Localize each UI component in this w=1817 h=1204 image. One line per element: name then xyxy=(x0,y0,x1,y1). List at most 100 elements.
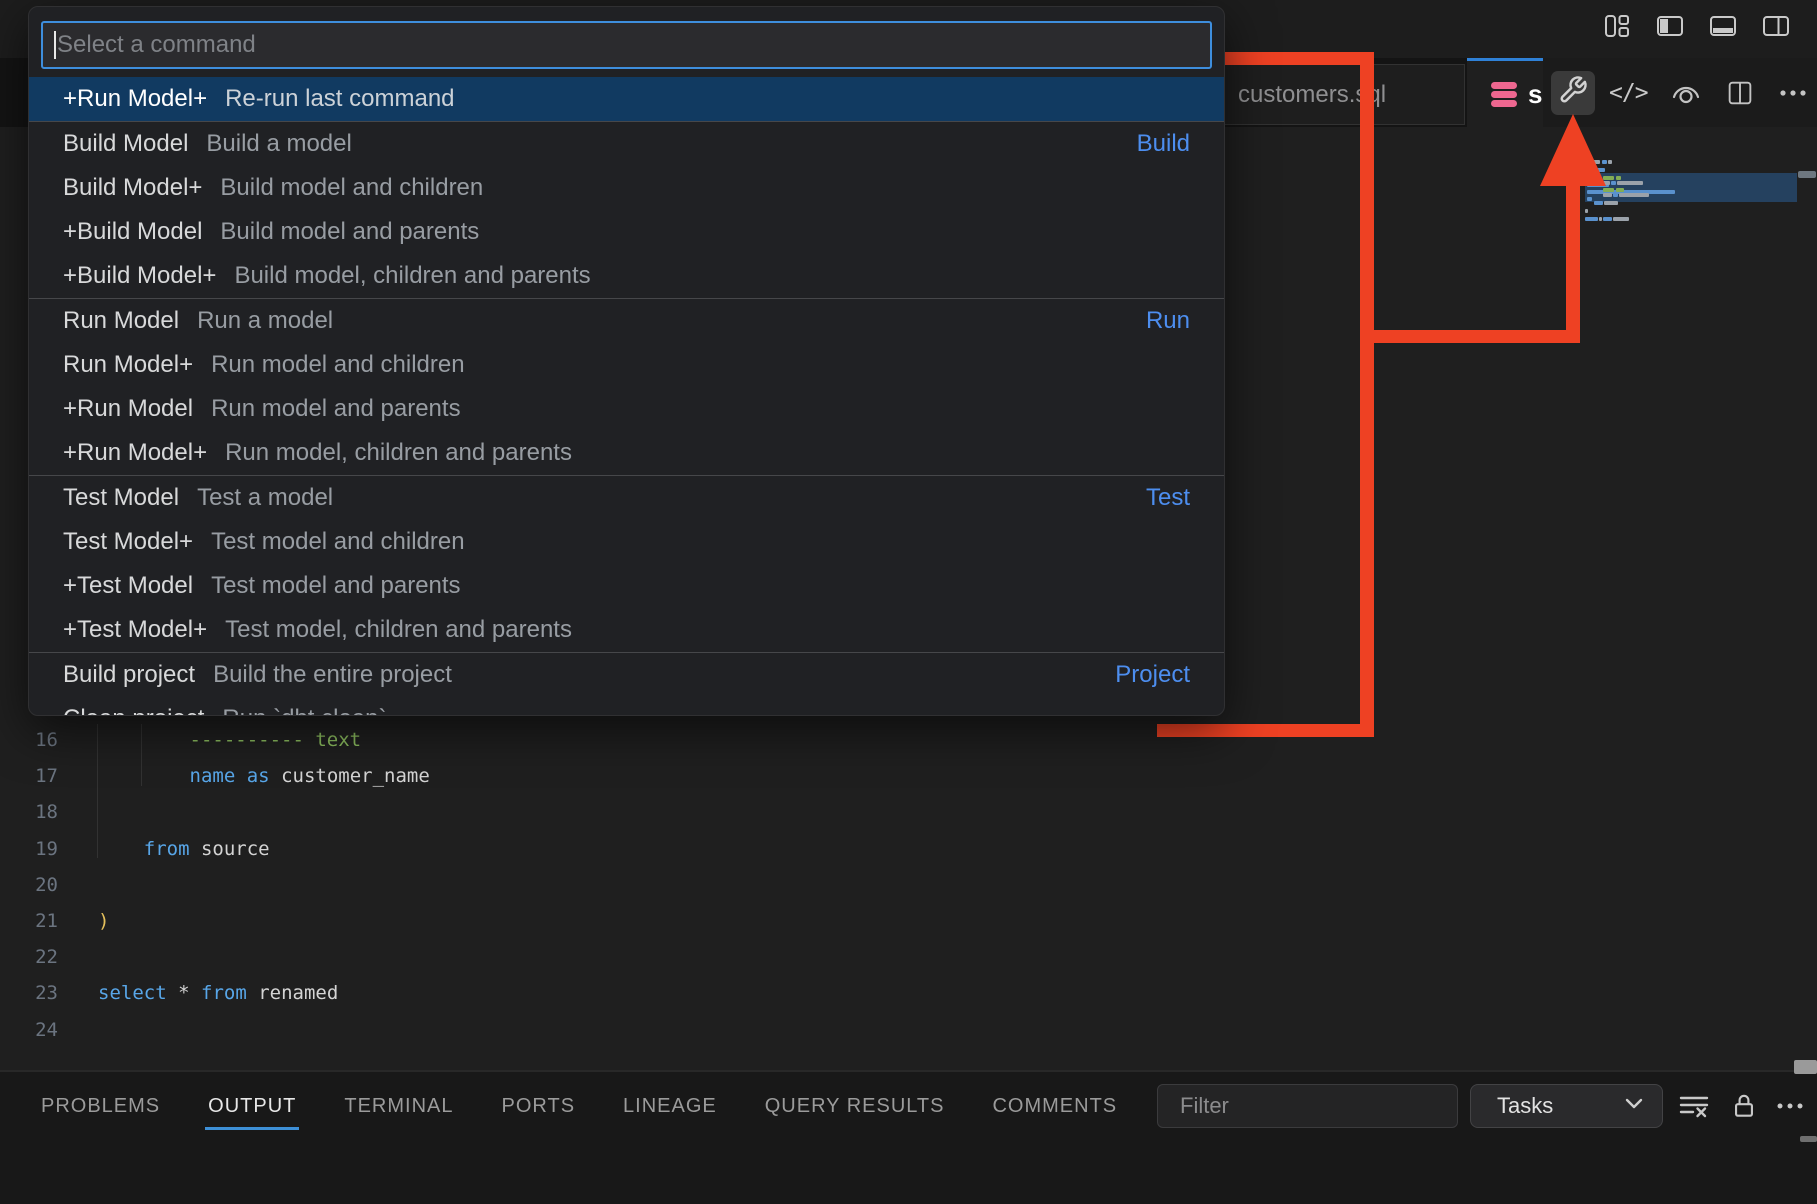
clear-output-icon[interactable] xyxy=(1677,1089,1711,1123)
tab-label: s xyxy=(1528,79,1542,110)
command-item[interactable]: Test ModelTest a modelTest xyxy=(29,476,1224,520)
line-number: 21 xyxy=(0,910,58,932)
minimap-code-segment xyxy=(1585,209,1588,213)
command-item[interactable]: +Build Model+Build model, children and p… xyxy=(29,254,1224,298)
code-line[interactable]: 24 xyxy=(0,1012,430,1048)
code-token: renamed xyxy=(247,982,339,1004)
annotation-line-bottom xyxy=(1157,724,1374,737)
scrollbar-thumb[interactable] xyxy=(1798,171,1816,178)
code-token: * xyxy=(178,982,189,1004)
filter-input[interactable] xyxy=(1158,1085,1479,1127)
annotation-line-branch xyxy=(1367,330,1580,343)
code-token xyxy=(235,765,246,787)
dbt-commands-button[interactable] xyxy=(1551,71,1595,115)
command-item-label: Run Model xyxy=(63,307,179,335)
code-line[interactable]: 16 ---------- text xyxy=(0,722,430,758)
minimap-code-segment xyxy=(1603,193,1612,197)
minimap-code-segment xyxy=(1616,188,1624,192)
code-token: ) xyxy=(98,910,109,932)
minimap[interactable] xyxy=(1585,127,1815,427)
indent-guide xyxy=(141,724,142,786)
command-item[interactable]: +Run Model+Run model, children and paren… xyxy=(29,431,1224,475)
code-line[interactable]: 21) xyxy=(0,903,430,939)
code-token xyxy=(98,729,190,751)
minimap-code-segment xyxy=(1616,176,1621,180)
line-number: 17 xyxy=(0,765,58,787)
toggle-primary-sidebar-icon[interactable] xyxy=(1653,9,1687,43)
command-item[interactable]: +Build ModelBuild model and parents xyxy=(29,210,1224,254)
panel-tab-problems[interactable]: PROBLEMS xyxy=(41,1095,160,1118)
command-item-badge: Project xyxy=(1115,661,1190,689)
more-icon[interactable] xyxy=(1774,1089,1806,1123)
code-line[interactable]: 22 xyxy=(0,939,430,975)
command-item-badge: Test xyxy=(1146,484,1190,512)
code-token: source xyxy=(190,838,270,860)
command-item-description: Re-run last command xyxy=(225,85,1190,113)
line-number: 19 xyxy=(0,838,58,860)
split-editor-icon[interactable] xyxy=(1724,77,1756,109)
code-icon[interactable]: </> xyxy=(1609,80,1648,106)
panel-tab-ports[interactable]: PORTS xyxy=(502,1095,576,1118)
command-item[interactable]: Run Model+ Run model and children xyxy=(29,343,1224,387)
command-input-wrap xyxy=(41,21,1212,69)
code-line[interactable]: 19 from source xyxy=(0,831,430,867)
scrollbar-thumb[interactable] xyxy=(1800,1136,1817,1142)
code-token xyxy=(190,982,201,1004)
command-item[interactable]: Run ModelRun a modelRun xyxy=(29,299,1224,343)
minimap-code-segment xyxy=(1608,160,1612,164)
command-item-badge: Build xyxy=(1137,130,1190,158)
command-item-description: Build model and children xyxy=(220,174,1190,202)
command-item[interactable]: Test Model+ Test model and children xyxy=(29,520,1224,564)
command-item[interactable]: Build Model+Build model and children xyxy=(29,166,1224,210)
code-line[interactable]: 20 xyxy=(0,867,430,903)
code-token: select xyxy=(98,982,167,1004)
customize-layout-icon[interactable] xyxy=(1600,9,1634,43)
command-item-label: Test Model+ xyxy=(63,528,193,556)
command-item-label: Run Model+ xyxy=(63,351,193,379)
line-number: 22 xyxy=(0,946,58,968)
command-item-label: +Test Model+ xyxy=(63,616,207,644)
command-item-description: Run model and children xyxy=(211,351,1190,379)
command-palette: +Run Model+Re-run last commandBuild Mode… xyxy=(28,6,1225,716)
command-item-label: Build Model xyxy=(63,130,188,158)
command-item-description: Build the entire project xyxy=(213,661,1095,689)
tab-customers-sql[interactable]: customers.sql xyxy=(1218,64,1465,125)
command-item-description: Test model and children xyxy=(211,528,1190,556)
preview-icon[interactable] xyxy=(1669,76,1703,110)
panel-tab-query-results[interactable]: QUERY RESULTS xyxy=(765,1095,945,1118)
command-item[interactable]: +Run ModelRun model and parents xyxy=(29,387,1224,431)
minimap-code-segment xyxy=(1619,193,1649,197)
code-text: select * from renamed xyxy=(98,982,338,1004)
code-line[interactable]: 18 xyxy=(0,794,430,830)
panel-tab-lineage[interactable]: LINEAGE xyxy=(623,1095,717,1118)
command-item-description: Run model and parents xyxy=(211,395,1190,423)
command-item-label: Test Model xyxy=(63,484,179,512)
command-input[interactable] xyxy=(43,23,1210,67)
command-item-label: +Run Model+ xyxy=(63,439,207,467)
command-item[interactable]: Build ModelBuild a modelBuild xyxy=(29,122,1224,166)
command-item[interactable]: Build projectBuild the entire projectPro… xyxy=(29,653,1224,697)
code-token: name xyxy=(190,765,236,787)
scrollbar-corner[interactable] xyxy=(1794,1060,1817,1074)
toggle-panel-icon[interactable] xyxy=(1706,9,1740,43)
tasks-dropdown[interactable]: Tasks xyxy=(1470,1084,1663,1128)
toggle-secondary-sidebar-icon[interactable] xyxy=(1759,9,1793,43)
text-caret xyxy=(54,31,56,59)
panel-tab-terminal[interactable]: TERMINAL xyxy=(344,1095,453,1118)
command-item-label: Clean project xyxy=(63,705,204,716)
more-actions-icon[interactable] xyxy=(1777,87,1809,99)
lock-icon[interactable] xyxy=(1729,1089,1759,1123)
command-item[interactable]: +Test Model+Test model, children and par… xyxy=(29,608,1224,652)
minimap-code-segment xyxy=(1613,217,1629,221)
command-item-label: +Test Model xyxy=(63,572,193,600)
minimap-code-segment xyxy=(1599,217,1602,221)
panel-tab-output[interactable]: OUTPUT xyxy=(208,1095,296,1118)
panel-tab-comments[interactable]: COMMENTS xyxy=(992,1095,1117,1118)
code-line[interactable]: 23select * from renamed xyxy=(0,975,430,1011)
command-item[interactable]: +Test ModelTest model and parents xyxy=(29,564,1224,608)
code-text: from source xyxy=(98,838,270,860)
code-line[interactable]: 17 name as customer_name xyxy=(0,758,430,794)
command-item[interactable]: +Run Model+Re-run last command xyxy=(29,77,1224,121)
tab-active-sql-file[interactable]: s xyxy=(1467,58,1543,127)
command-item[interactable]: Clean projectRun `dbt clean` xyxy=(29,697,1224,716)
